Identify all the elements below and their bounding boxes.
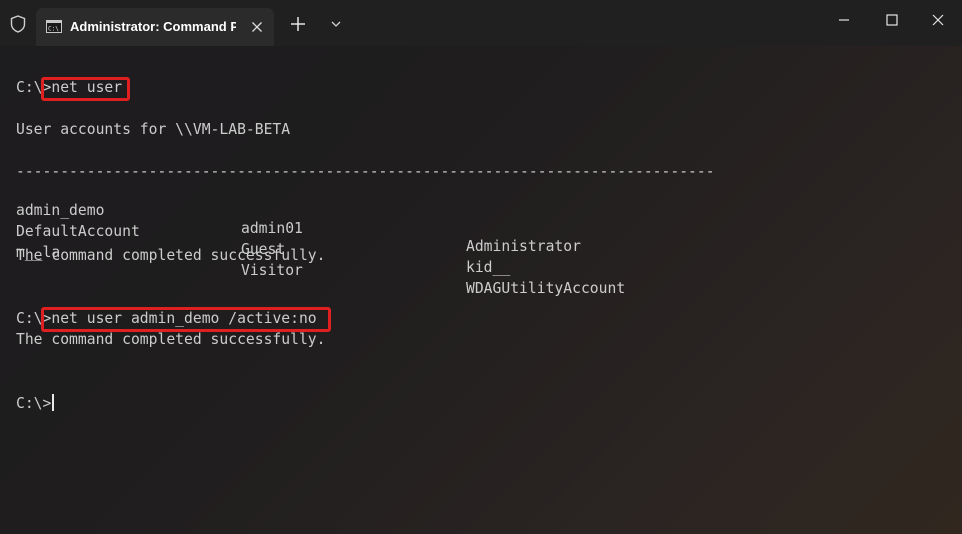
shield-icon	[10, 15, 26, 33]
account-name: Administrator	[466, 238, 581, 255]
close-icon[interactable]	[931, 13, 945, 27]
chevron-down-icon[interactable]	[330, 19, 342, 29]
command-prompt-icon: C:\	[46, 20, 62, 33]
plus-icon[interactable]	[290, 16, 306, 32]
close-icon[interactable]	[249, 19, 265, 35]
account-name: kid__	[466, 259, 511, 276]
prompt: C:\>	[16, 395, 52, 412]
success-message: The command completed successfully.	[16, 331, 326, 348]
accounts-header: User accounts for \\VM-LAB-BETA	[16, 121, 291, 138]
minimize-icon[interactable]	[837, 13, 851, 27]
svg-text:C:\: C:\	[48, 26, 59, 33]
tab-command-prompt[interactable]: C:\ Administrator: Command Prompt	[36, 8, 274, 46]
account-name: admin01	[241, 220, 303, 237]
highlight-box	[41, 77, 130, 101]
text-cursor	[52, 394, 55, 411]
terminal-window: C:\ Administrator: Command Prompt C:\>ne…	[0, 0, 962, 534]
maximize-icon[interactable]	[885, 13, 899, 27]
tab-title: Administrator: Command Prompt	[70, 19, 236, 34]
command-line[interactable]: C:\>	[16, 394, 55, 413]
terminal-output[interactable]: C:\>net user User accounts for \\VM-LAB-…	[0, 46, 962, 534]
account-row: m__la Visitor WDAGUtilityAccount	[16, 226, 625, 316]
separator-line: ----------------------------------------…	[16, 163, 715, 180]
highlight-box	[41, 307, 331, 332]
account-name: WDAGUtilityAccount	[466, 280, 626, 297]
title-bar: C:\ Administrator: Command Prompt	[0, 0, 962, 46]
success-message: The command completed successfully.	[16, 247, 326, 264]
